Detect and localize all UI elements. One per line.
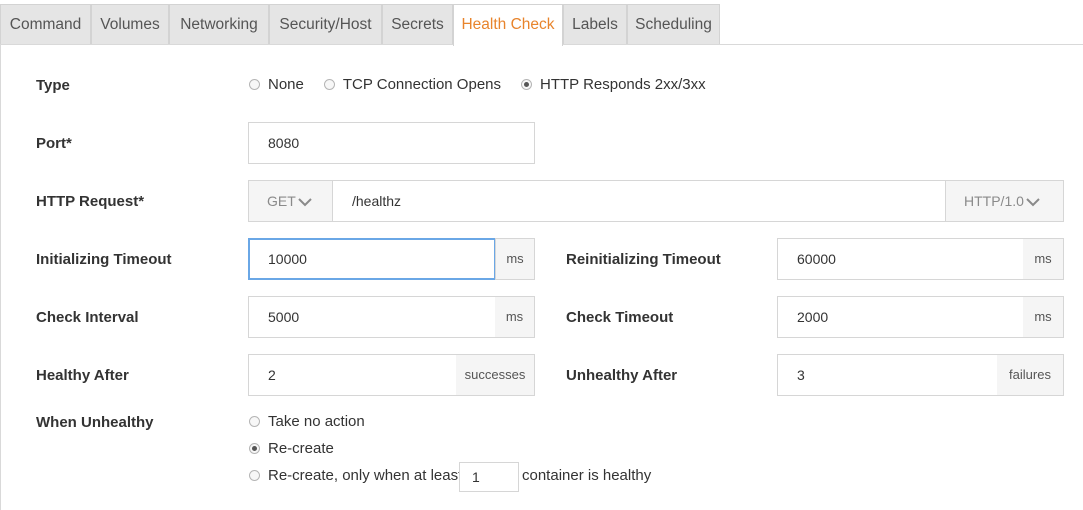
type-radio-group: None TCP Connection Opens HTTP Responds …	[249, 76, 726, 93]
recreate-radio[interactable]	[249, 443, 260, 454]
tab-labels[interactable]: Labels	[563, 4, 627, 45]
check-timeout-unit: ms	[1023, 296, 1064, 338]
tab-security-host[interactable]: Security/Host	[269, 4, 382, 45]
tab-secrets[interactable]: Secrets	[382, 4, 453, 45]
tab-volumes[interactable]: Volumes	[91, 4, 169, 45]
min-healthy-suffix-label: container is healthy	[522, 467, 652, 484]
tab-health-check[interactable]: Health Check	[453, 4, 563, 46]
type-tcp-label[interactable]: TCP Connection Opens	[343, 76, 501, 93]
min-healthy-input[interactable]: 1	[459, 462, 519, 492]
recreate-min-label[interactable]: Re-create, only when at least	[268, 467, 462, 484]
initializing-timeout-unit: ms	[495, 238, 535, 280]
unhealthy-after-input[interactable]: 3	[777, 354, 998, 396]
healthy-after-input[interactable]: 2	[248, 354, 457, 396]
no-action-label[interactable]: Take no action	[268, 413, 365, 430]
http-version-select[interactable]: HTTP/1.0	[945, 180, 1064, 222]
reinitializing-timeout-label: Reinitializing Timeout	[566, 251, 721, 268]
tab-bar: Command Volumes Networking Security/Host…	[0, 0, 1083, 46]
tab-command[interactable]: Command	[0, 4, 91, 45]
check-timeout-label: Check Timeout	[566, 309, 674, 326]
recreate-min-radio[interactable]	[249, 470, 260, 481]
check-interval-input[interactable]: 5000	[248, 296, 496, 338]
http-version-value: HTTP/1.0	[964, 193, 1024, 209]
when-unhealthy-option-recreate: Re-create	[249, 440, 334, 457]
no-action-radio[interactable]	[249, 416, 260, 427]
check-interval-unit: ms	[495, 296, 535, 338]
check-interval-label: Check Interval	[36, 309, 139, 326]
type-http-label[interactable]: HTTP Responds 2xx/3xx	[540, 76, 706, 93]
http-method-select[interactable]: GET	[248, 180, 333, 222]
min-healthy-suffix: container is healthy	[522, 467, 651, 484]
tab-networking[interactable]: Networking	[169, 4, 269, 45]
recreate-label[interactable]: Re-create	[268, 440, 334, 457]
reinitializing-timeout-unit: ms	[1023, 238, 1064, 280]
tab-scheduling[interactable]: Scheduling	[627, 4, 720, 45]
initializing-timeout-label: Initializing Timeout	[36, 251, 172, 268]
http-path-input[interactable]: /healthz	[332, 180, 947, 222]
port-input[interactable]: 8080	[248, 122, 535, 164]
check-timeout-input[interactable]: 2000	[777, 296, 1024, 338]
when-unhealthy-option-none: Take no action	[249, 413, 365, 430]
initializing-timeout-input[interactable]: 10000	[248, 238, 496, 280]
healthy-after-unit: successes	[456, 354, 535, 396]
when-unhealthy-label: When Unhealthy	[36, 414, 154, 431]
port-label: Port*	[36, 135, 72, 152]
chevron-down-icon	[1026, 198, 1040, 207]
http-request-label: HTTP Request*	[36, 193, 145, 210]
type-none-radio[interactable]	[249, 79, 260, 90]
chevron-down-icon	[298, 198, 312, 207]
unhealthy-after-unit: failures	[997, 354, 1064, 396]
unhealthy-after-label: Unhealthy After	[566, 367, 678, 384]
tab-bar-rule	[720, 0, 1083, 45]
type-label: Type	[36, 77, 70, 94]
healthy-after-label: Healthy After	[36, 367, 129, 384]
type-none-label[interactable]: None	[268, 76, 304, 93]
http-method-value: GET	[267, 193, 296, 209]
type-tcp-radio[interactable]	[323, 79, 335, 90]
reinitializing-timeout-input[interactable]: 60000	[777, 238, 1024, 280]
when-unhealthy-option-recreate-min: Re-create, only when at least	[249, 467, 462, 484]
type-http-radio[interactable]	[521, 79, 533, 90]
